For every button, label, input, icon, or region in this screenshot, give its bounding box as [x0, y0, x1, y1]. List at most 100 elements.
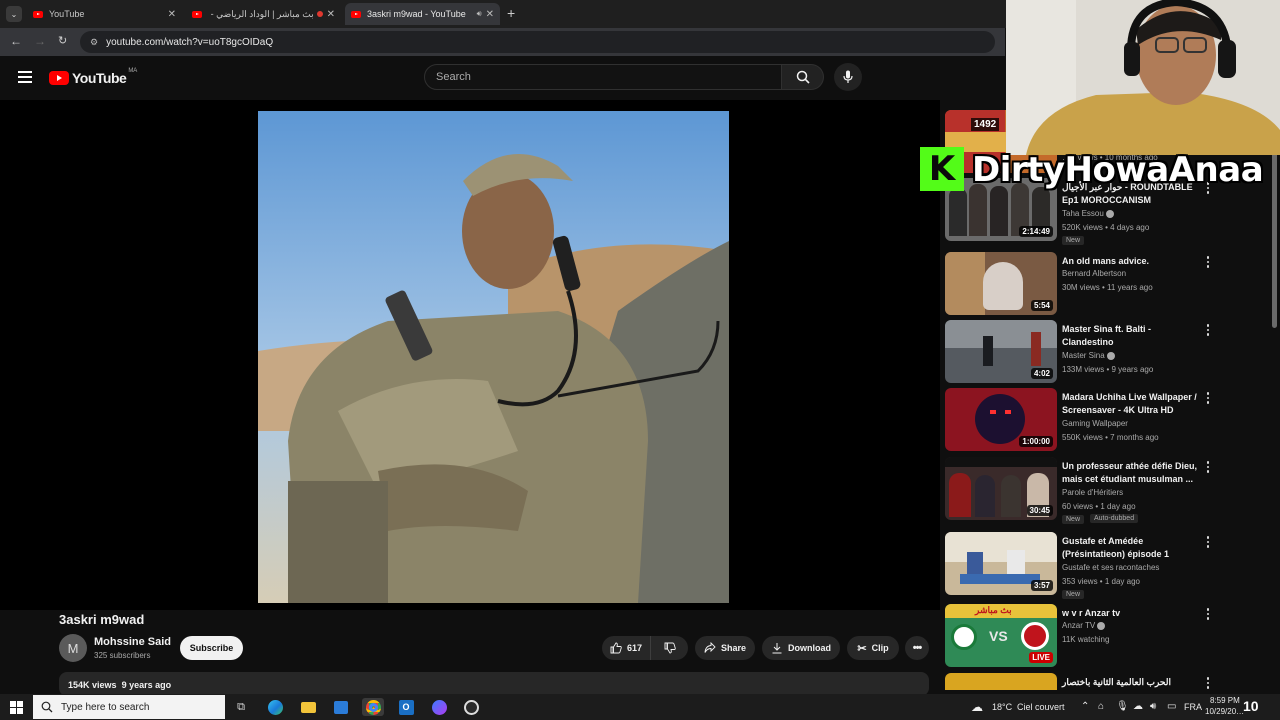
show-hidden-icons[interactable]: ⌃: [1081, 701, 1089, 712]
messenger-icon[interactable]: [430, 698, 448, 716]
weather-cloud-icon[interactable]: ☁: [968, 698, 986, 716]
browser-tab-active[interactable]: 3askri m9wad - YouTube 🔊︎ ✕: [345, 3, 500, 25]
video-title[interactable]: An old mans advice.: [1062, 255, 1202, 268]
recommendation-item[interactable]: بث مباشر VS LIVE w v r Anzar tv Anzar TV…: [945, 604, 1265, 668]
channel-name[interactable]: Taha Essou: [1062, 209, 1114, 218]
browser-tab-youtube[interactable]: YouTube ✕: [27, 3, 182, 25]
chrome-icon[interactable]: [362, 698, 384, 716]
video-thumbnail[interactable]: 4:02: [945, 320, 1057, 383]
video-thumbnail[interactable]: 3:57: [945, 532, 1057, 595]
channel-name[interactable]: Bernard Albertson: [1062, 269, 1126, 278]
taskbar-search-box[interactable]: Type here to search: [33, 695, 225, 719]
new-badge: New: [1062, 515, 1085, 524]
video-title[interactable]: Un professeur athée défie Dieu, mais cet…: [1062, 460, 1202, 486]
forward-arrow-icon[interactable]: →: [34, 34, 46, 48]
recommendation-item[interactable]: 1:00:00 Madara Uchiha Live Wallpaper / S…: [945, 388, 1265, 452]
windows-start-icon[interactable]: [10, 701, 23, 714]
video-thumbnail[interactable]: 1:00:00: [945, 388, 1057, 451]
more-horizontal-icon: •••: [912, 642, 923, 654]
channel-name[interactable]: Anzar TV: [1062, 621, 1106, 630]
volume-icon[interactable]: 🔊︎: [1150, 701, 1156, 712]
more-options-icon[interactable]: [1203, 535, 1213, 549]
close-tab-icon[interactable]: ✕: [327, 9, 335, 20]
outlook-icon[interactable]: O: [397, 698, 415, 716]
microsoft-store-icon[interactable]: [332, 698, 350, 716]
video-title[interactable]: الحرب العالمية الثانية باختصار: [1062, 676, 1202, 689]
clock-time[interactable]: 8:59 PM: [1210, 696, 1240, 705]
search-button[interactable]: [782, 64, 824, 90]
more-options-icon[interactable]: [1203, 323, 1213, 337]
search-icon: [796, 70, 810, 84]
share-button[interactable]: Share: [695, 636, 755, 660]
more-options-icon[interactable]: [1203, 391, 1213, 405]
temperature[interactable]: 18°C: [992, 702, 1012, 712]
recommendation-item[interactable]: 4:02 Master Sina ft. Balti - Clandestino…: [945, 320, 1265, 384]
network-icon[interactable]: ⌂: [1098, 701, 1104, 712]
dislike-button[interactable]: [650, 636, 688, 660]
close-tab-icon[interactable]: ✕: [168, 9, 176, 20]
search-input[interactable]: Search: [424, 64, 782, 90]
channel-name[interactable]: Gaming Wallpaper: [1062, 419, 1128, 428]
site-info-icon[interactable]: ⚙: [90, 37, 98, 48]
more-options-icon[interactable]: [1203, 255, 1213, 269]
new-tab-button[interactable]: +: [507, 5, 515, 21]
address-bar[interactable]: ⚙ youtube.com/watch?v=uoT8gcOIDaQ: [80, 31, 995, 53]
input-language[interactable]: FRA: [1184, 702, 1202, 712]
obs-recorder-icon[interactable]: [462, 698, 480, 716]
browser-tab-live-match[interactable]: بث مباشر | الوداد الرياضي - ال ✕: [186, 3, 341, 25]
clock-date[interactable]: 10/29/20…: [1205, 707, 1244, 716]
clip-button[interactable]: ✂ Clip: [847, 636, 899, 660]
thumbs-down-icon: [664, 642, 676, 654]
reload-icon[interactable]: ↻: [58, 34, 67, 47]
menu-icon[interactable]: [18, 71, 32, 83]
microphone-tray-icon[interactable]: 🎙︎: [1116, 701, 1129, 712]
video-player[interactable]: [0, 100, 940, 610]
battery-icon[interactable]: ▭: [1167, 701, 1176, 712]
scissors-icon: ✂: [857, 642, 867, 655]
voice-search-button[interactable]: [834, 63, 862, 91]
weather-description[interactable]: Ciel couvert: [1017, 702, 1065, 712]
video-title[interactable]: Madara Uchiha Live Wallpaper / Screensav…: [1062, 391, 1202, 417]
description-box[interactable]: 154K views 9 years ago: [59, 672, 929, 696]
video-thumbnail[interactable]: [945, 673, 1057, 690]
channel-name[interactable]: Master Sina: [1062, 351, 1115, 360]
notification-count-badge[interactable]: 10: [1243, 698, 1259, 714]
video-thumbnail[interactable]: 5:54: [945, 252, 1057, 315]
video-title[interactable]: w v r Anzar tv: [1062, 607, 1202, 620]
video-frame[interactable]: [258, 111, 729, 603]
more-options-icon[interactable]: [1203, 676, 1213, 690]
download-label: Download: [788, 643, 831, 653]
channel-name-link[interactable]: Mohssine Said: [94, 636, 171, 648]
video-title[interactable]: Master Sina ft. Balti - Clandestino: [1062, 323, 1202, 349]
video-thumbnail[interactable]: 30:45: [945, 457, 1057, 520]
file-explorer-icon[interactable]: [299, 698, 317, 716]
recommendation-item[interactable]: 3:57 Gustafe et Amédée (Présintatieon) é…: [945, 532, 1265, 599]
video-title[interactable]: Gustafe et Amédée (Présintatieon) épisod…: [1062, 535, 1202, 561]
edge-browser-icon[interactable]: [266, 698, 284, 716]
task-view-icon[interactable]: ⧉: [232, 698, 250, 716]
more-options-icon[interactable]: [1203, 607, 1213, 621]
recommendations-list: 1492 …K views • 10 months ago 2:14:49 حو…: [945, 110, 1280, 690]
close-tab-icon[interactable]: ✕: [486, 9, 494, 20]
like-button[interactable]: 617: [602, 636, 650, 660]
video-thumbnail[interactable]: بث مباشر VS LIVE: [945, 604, 1057, 667]
recording-dot-icon: [316, 11, 323, 17]
recommendation-item[interactable]: 30:45 Un professeur athée défie Dieu, ma…: [945, 457, 1265, 524]
onedrive-icon[interactable]: ☁: [1133, 701, 1143, 712]
channel-name[interactable]: Parole d'Héritiers: [1062, 488, 1123, 497]
download-button[interactable]: Download: [762, 636, 840, 660]
recommendation-item[interactable]: الحرب العالمية الثانية باختصار: [945, 673, 1265, 690]
youtube-logo[interactable]: YouTube MA: [49, 68, 137, 86]
recommendation-item[interactable]: 5:54 An old mans advice. Bernard Alberts…: [945, 252, 1265, 316]
back-arrow-icon[interactable]: ←: [10, 34, 22, 48]
tab-search-button[interactable]: ⌄: [6, 6, 22, 22]
more-actions-button[interactable]: •••: [905, 636, 929, 660]
video-meta: 353 views • 1 day ago: [1062, 577, 1140, 586]
channel-avatar[interactable]: M: [59, 634, 87, 662]
subscribe-button[interactable]: Subscribe: [180, 636, 243, 660]
video-duration: 3:57: [1030, 580, 1053, 591]
channel-name[interactable]: Gustafe et ses racontaches: [1062, 563, 1159, 572]
more-options-icon[interactable]: [1203, 460, 1213, 474]
video-duration: 1:00:00: [1019, 436, 1053, 447]
speaker-icon[interactable]: 🔊︎: [477, 9, 482, 19]
